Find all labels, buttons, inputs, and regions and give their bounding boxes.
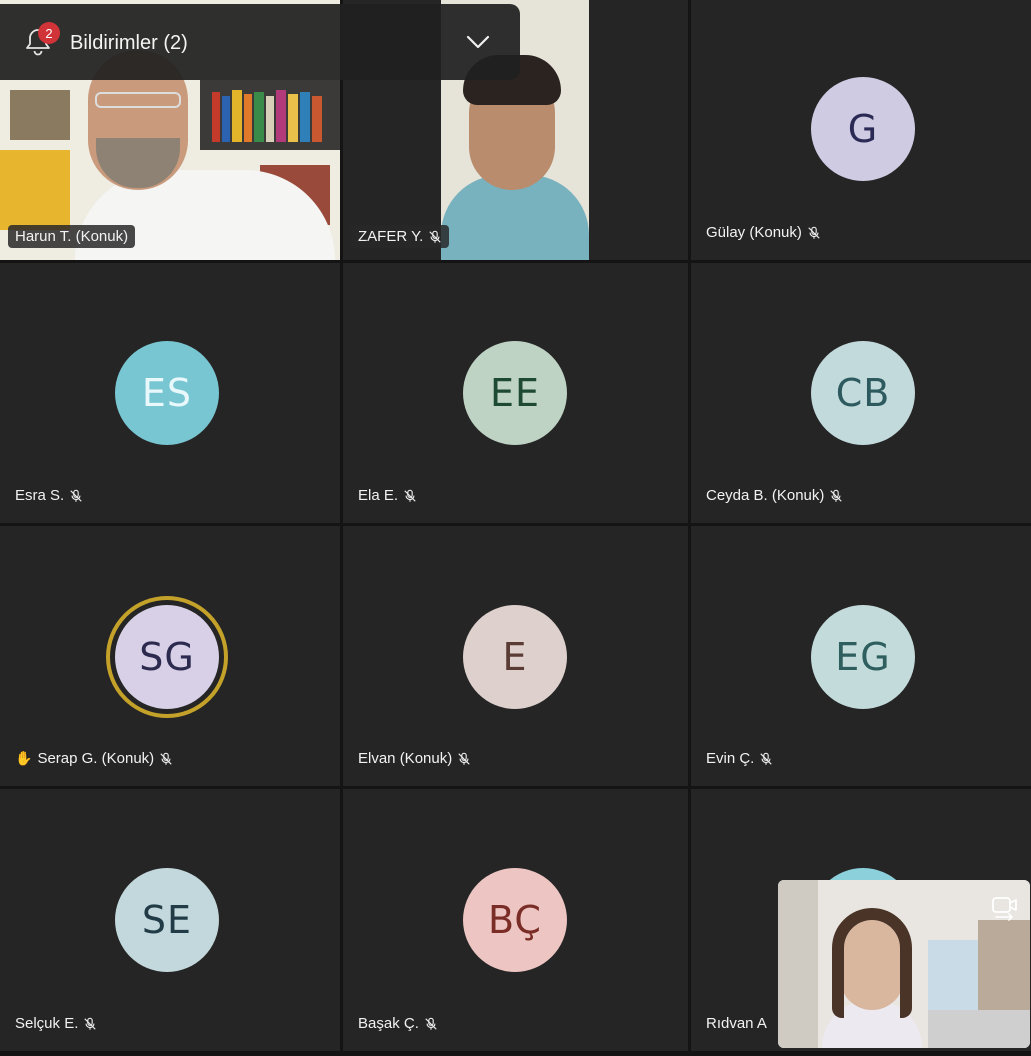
participant-nameplate: Selçuk E. <box>8 1012 104 1035</box>
participant-tile-selcuk[interactable]: SE Selçuk E. <box>0 789 340 1051</box>
mic-off-icon <box>160 752 172 765</box>
notifications-label: Bildirimler (2) <box>70 32 188 54</box>
avatar: BÇ <box>463 868 567 972</box>
participant-name: Ela E. <box>358 487 399 504</box>
participant-tile-basak[interactable]: BÇ Başak Ç. <box>343 789 688 1051</box>
participant-name: Gülay (Konuk) <box>706 224 802 241</box>
mic-off-icon <box>404 489 416 502</box>
participant-nameplate: Başak Ç. <box>351 1012 445 1035</box>
avatar: E <box>463 605 567 709</box>
avatar: G <box>811 77 915 181</box>
participant-tile-serap[interactable]: SG ✋ Serap G. (Konuk) <box>0 526 340 786</box>
avatar: SG <box>115 605 219 709</box>
participant-name: Serap G. (Konuk) <box>37 750 155 767</box>
mic-off-icon <box>425 1017 437 1030</box>
participant-nameplate: ✋ Serap G. (Konuk) <box>8 747 180 770</box>
mic-off-icon <box>808 226 820 239</box>
avatar: EE <box>463 341 567 445</box>
participant-nameplate: Rıdvan A <box>699 1012 774 1035</box>
participant-tile-elvan[interactable]: E Elvan (Konuk) <box>343 526 688 786</box>
raised-hand-icon: ✋ <box>15 750 33 766</box>
participant-name: ZAFER Y. <box>358 228 424 245</box>
participant-nameplate: Esra S. <box>8 484 90 507</box>
switch-camera-icon[interactable] <box>990 892 1020 922</box>
avatar: ES <box>115 341 219 445</box>
avatar: SE <box>115 868 219 972</box>
participant-tile-ceyda[interactable]: CB Ceyda B. (Konuk) <box>691 263 1031 523</box>
participant-nameplate: Harun T. (Konuk) <box>8 225 136 248</box>
avatar: EG <box>811 605 915 709</box>
participant-nameplate: Ceyda B. (Konuk) <box>699 484 850 507</box>
participant-tile-evin[interactable]: EG Evin Ç. <box>691 526 1031 786</box>
participant-name: Rıdvan A <box>706 1015 767 1032</box>
mic-off-icon <box>458 752 470 765</box>
notifications-banner[interactable]: 2 Bildirimler (2) <box>0 4 520 80</box>
mic-off-icon <box>70 489 82 502</box>
mic-off-icon <box>760 752 773 765</box>
participant-tile-ela[interactable]: EE Ela E. <box>343 263 688 523</box>
self-view-video[interactable] <box>778 880 1030 1048</box>
participant-nameplate: Elvan (Konuk) <box>351 747 478 770</box>
participant-name: Elvan (Konuk) <box>358 750 453 767</box>
participant-name: Esra S. <box>15 487 65 504</box>
participant-name: Evin Ç. <box>706 750 755 767</box>
participant-name: Harun T. (Konuk) <box>15 228 129 245</box>
participant-nameplate: Ela E. <box>351 484 424 507</box>
mic-off-icon <box>84 1017 97 1030</box>
avatar: CB <box>811 341 915 445</box>
participant-name: Ceyda B. (Konuk) <box>706 487 825 504</box>
participant-nameplate: ZAFER Y. <box>351 225 450 248</box>
chevron-down-icon[interactable] <box>465 32 491 52</box>
participant-name: Selçuk E. <box>15 1015 79 1032</box>
participant-tile-gulay[interactable]: G Gülay (Konuk) <box>691 0 1031 260</box>
mic-off-icon <box>830 489 843 502</box>
participant-nameplate: Gülay (Konuk) <box>699 221 828 244</box>
participant-nameplate: Evin Ç. <box>699 747 780 770</box>
mic-off-icon <box>429 230 441 243</box>
participant-tile-esra[interactable]: ES Esra S. <box>0 263 340 523</box>
notification-count-badge: 2 <box>38 22 60 44</box>
participant-name: Başak Ç. <box>358 1015 419 1032</box>
